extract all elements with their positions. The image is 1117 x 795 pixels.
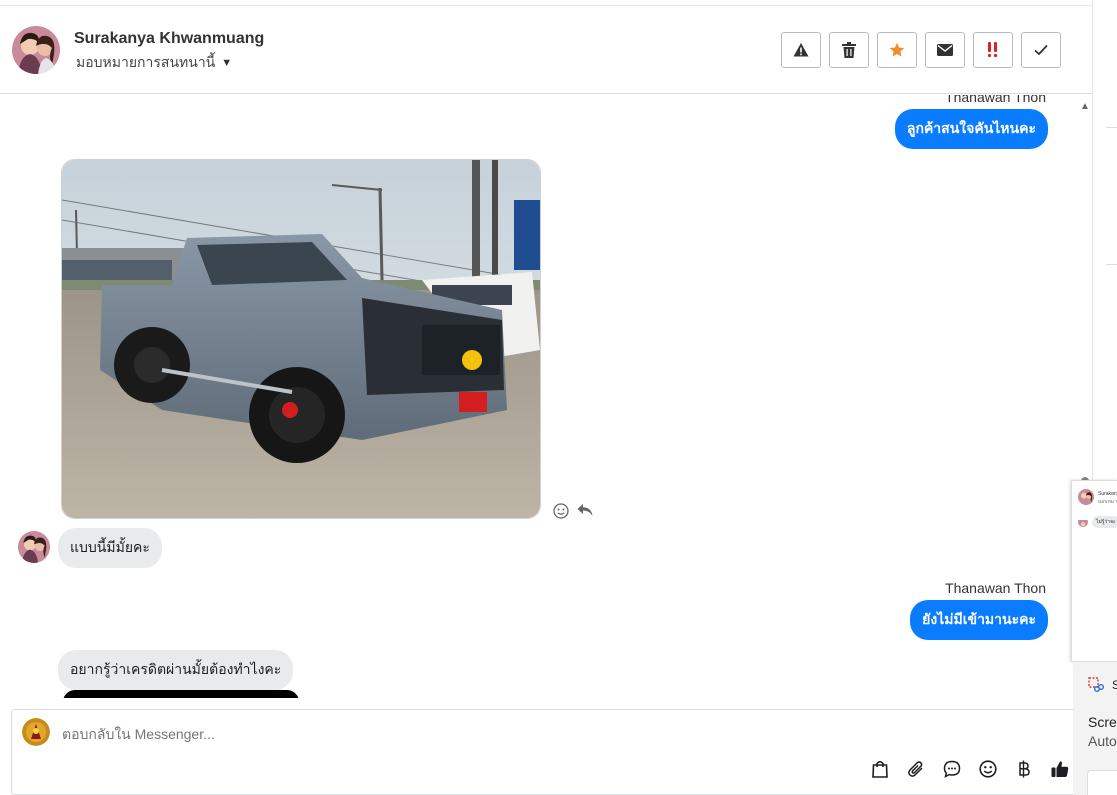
mini-chat-preview[interactable]: Surakan มอบหมา ไม่รู้ว่าจะ bbox=[1071, 480, 1117, 662]
incoming-message[interactable]: แบบนี้มีมั้ยคะ bbox=[58, 528, 162, 568]
assign-conversation-dropdown[interactable]: มอบหมายการสนทนานี้ ▼ bbox=[76, 52, 232, 74]
sender-name: Thanawan Thon bbox=[945, 580, 1046, 596]
snipping-tool-title: Sn bbox=[1112, 678, 1117, 692]
report-spam-button[interactable] bbox=[781, 32, 821, 68]
rail-divider bbox=[1106, 127, 1117, 128]
truck-photo bbox=[62, 160, 540, 518]
delete-button[interactable] bbox=[829, 32, 869, 68]
snipping-tool-icon bbox=[1088, 677, 1104, 692]
message-thread[interactable]: Thanawan Thon ลูกค้าสนใจคันไหนคะ แบบนี้ม… bbox=[0, 95, 1092, 698]
partial-message-image[interactable] bbox=[63, 690, 299, 698]
mark-unread-button[interactable] bbox=[925, 32, 965, 68]
star-button[interactable] bbox=[877, 32, 917, 68]
mark-important-button[interactable] bbox=[973, 32, 1013, 68]
rail-divider bbox=[1106, 264, 1117, 265]
reply-input[interactable] bbox=[62, 726, 962, 742]
react-smiley-icon[interactable] bbox=[553, 503, 569, 519]
bag-icon[interactable] bbox=[868, 757, 892, 781]
baht-icon[interactable] bbox=[1012, 757, 1036, 781]
assign-label: มอบหมายการสนทนานี้ bbox=[76, 54, 216, 70]
incoming-message[interactable]: อยากรู้ว่าเครดิตผ่านมั้ยต้องทำไงคะ bbox=[58, 650, 294, 690]
thumbs-up-icon[interactable] bbox=[1048, 757, 1072, 781]
outgoing-message[interactable]: ลูกค้าสนใจคันไหนคะ bbox=[894, 109, 1048, 149]
message-composer bbox=[11, 709, 1081, 795]
message-image[interactable] bbox=[61, 159, 541, 519]
scroll-up-arrow-icon[interactable]: ▲ bbox=[1080, 101, 1090, 112]
check-icon bbox=[1034, 44, 1048, 56]
sender-name: Thanawan Thon bbox=[945, 95, 1046, 105]
mini-message: ไม่รู้ว่าจะ bbox=[1092, 516, 1117, 528]
outgoing-message[interactable]: ยังไม่มีเข้ามานะคะ bbox=[910, 600, 1048, 640]
snip-notification-body: Auto bbox=[1088, 733, 1117, 749]
contact-avatar[interactable] bbox=[12, 26, 60, 74]
composer-tools bbox=[868, 757, 1072, 781]
trash-icon bbox=[842, 42, 856, 58]
conversation-header: Surakanya Khwanmuang มอบหมายการสนทนานี้ … bbox=[0, 6, 1092, 94]
paperclip-icon[interactable] bbox=[904, 757, 928, 781]
smiley-icon[interactable] bbox=[976, 757, 1000, 781]
mini-avatar-small bbox=[1078, 517, 1088, 527]
double-exclamation-icon bbox=[988, 42, 997, 57]
star-icon bbox=[889, 42, 905, 57]
message-actions bbox=[553, 503, 593, 519]
snip-notification-title: Scree bbox=[1088, 714, 1117, 730]
contact-name: Surakanya Khwanmuang bbox=[74, 30, 265, 47]
snipping-tool-notification[interactable]: Sn Scree Auto bbox=[1073, 662, 1117, 795]
snip-thumbnail[interactable] bbox=[1087, 770, 1117, 795]
reply-icon[interactable] bbox=[577, 503, 593, 517]
chat-bubble-icon[interactable] bbox=[940, 757, 964, 781]
warning-icon bbox=[793, 43, 809, 57]
contact-avatar-small bbox=[18, 531, 50, 563]
caret-down-icon: ▼ bbox=[221, 57, 233, 69]
mini-contact-name: Surakan bbox=[1098, 491, 1117, 497]
envelope-icon bbox=[937, 44, 953, 56]
page-avatar bbox=[22, 718, 50, 746]
header-actions bbox=[781, 32, 1061, 68]
mini-avatar bbox=[1078, 489, 1094, 505]
mark-done-button[interactable] bbox=[1021, 32, 1061, 68]
mini-assign-label: มอบหมา bbox=[1098, 499, 1117, 505]
